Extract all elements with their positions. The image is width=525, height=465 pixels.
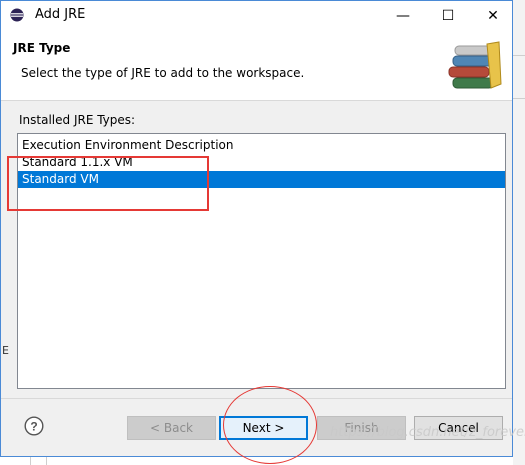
background-text-fragment: E xyxy=(2,344,9,357)
library-books-icon xyxy=(448,41,502,89)
back-button[interactable]: < Back xyxy=(127,416,216,440)
dialog-title: Add JRE xyxy=(35,7,86,22)
annotation-highlight-circle xyxy=(223,386,317,464)
maximize-button[interactable]: ☐ xyxy=(426,1,470,30)
eclipse-icon xyxy=(10,8,24,22)
help-icon[interactable]: ? xyxy=(24,416,44,436)
watermark-text: https://blog.csdn.net/z_forevers xyxy=(330,425,525,440)
svg-text:?: ? xyxy=(30,420,37,434)
background-divider xyxy=(513,98,525,99)
background-divider xyxy=(46,457,47,465)
installed-jre-types-label: Installed JRE Types: xyxy=(19,113,136,127)
background-window-edge xyxy=(513,0,525,465)
close-button[interactable]: ✕ xyxy=(471,1,515,30)
background-divider xyxy=(513,55,525,56)
page-title: JRE Type xyxy=(13,41,71,55)
background-divider xyxy=(30,457,31,465)
minimize-button[interactable]: — xyxy=(381,1,425,30)
page-description: Select the type of JRE to add to the wor… xyxy=(21,66,305,80)
list-item-execution-environment[interactable]: Execution Environment Description xyxy=(18,137,505,154)
annotation-highlight-box xyxy=(7,156,209,211)
